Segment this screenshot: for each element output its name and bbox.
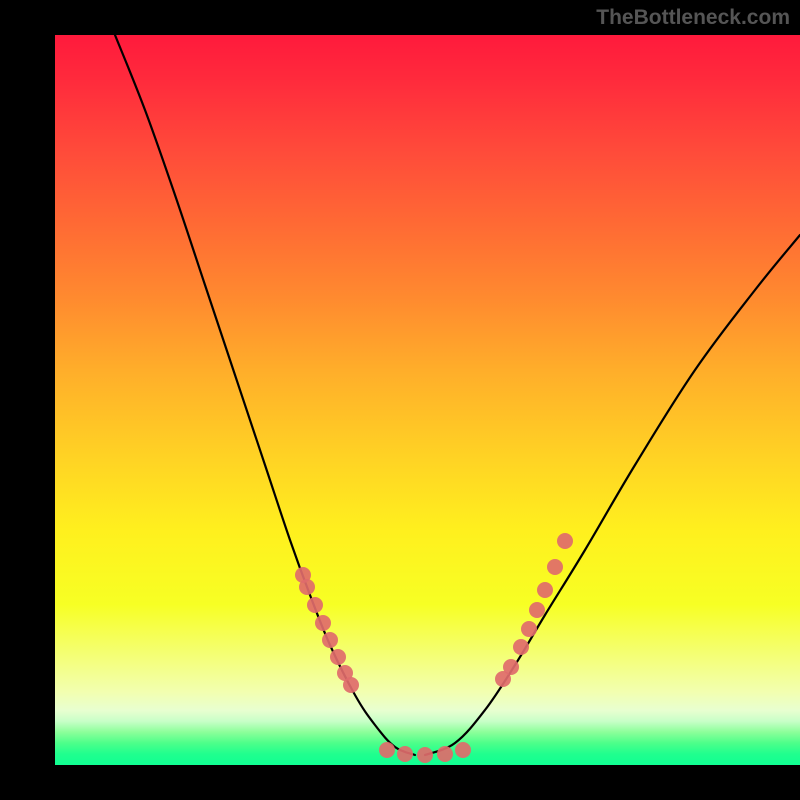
- data-dot: [417, 747, 433, 763]
- data-dot: [557, 533, 573, 549]
- curve-layer: [55, 35, 800, 765]
- watermark-text: TheBottleneck.com: [596, 6, 790, 30]
- chart-root: TheBottleneck.com: [0, 0, 800, 800]
- data-dot: [315, 615, 331, 631]
- data-dot: [379, 742, 395, 758]
- data-dot: [343, 677, 359, 693]
- data-dot: [455, 742, 471, 758]
- data-dot: [437, 746, 453, 762]
- data-dot: [397, 746, 413, 762]
- data-dot: [307, 597, 323, 613]
- left-branch-curve: [115, 35, 415, 755]
- right-branch-curve: [425, 235, 800, 755]
- data-dots: [295, 533, 573, 763]
- data-dot: [521, 621, 537, 637]
- data-dot: [330, 649, 346, 665]
- data-dot: [547, 559, 563, 575]
- data-dot: [322, 632, 338, 648]
- data-dot: [529, 602, 545, 618]
- data-dot: [299, 579, 315, 595]
- plot-area: [55, 35, 800, 765]
- data-dot: [537, 582, 553, 598]
- data-dot: [503, 659, 519, 675]
- data-dot: [513, 639, 529, 655]
